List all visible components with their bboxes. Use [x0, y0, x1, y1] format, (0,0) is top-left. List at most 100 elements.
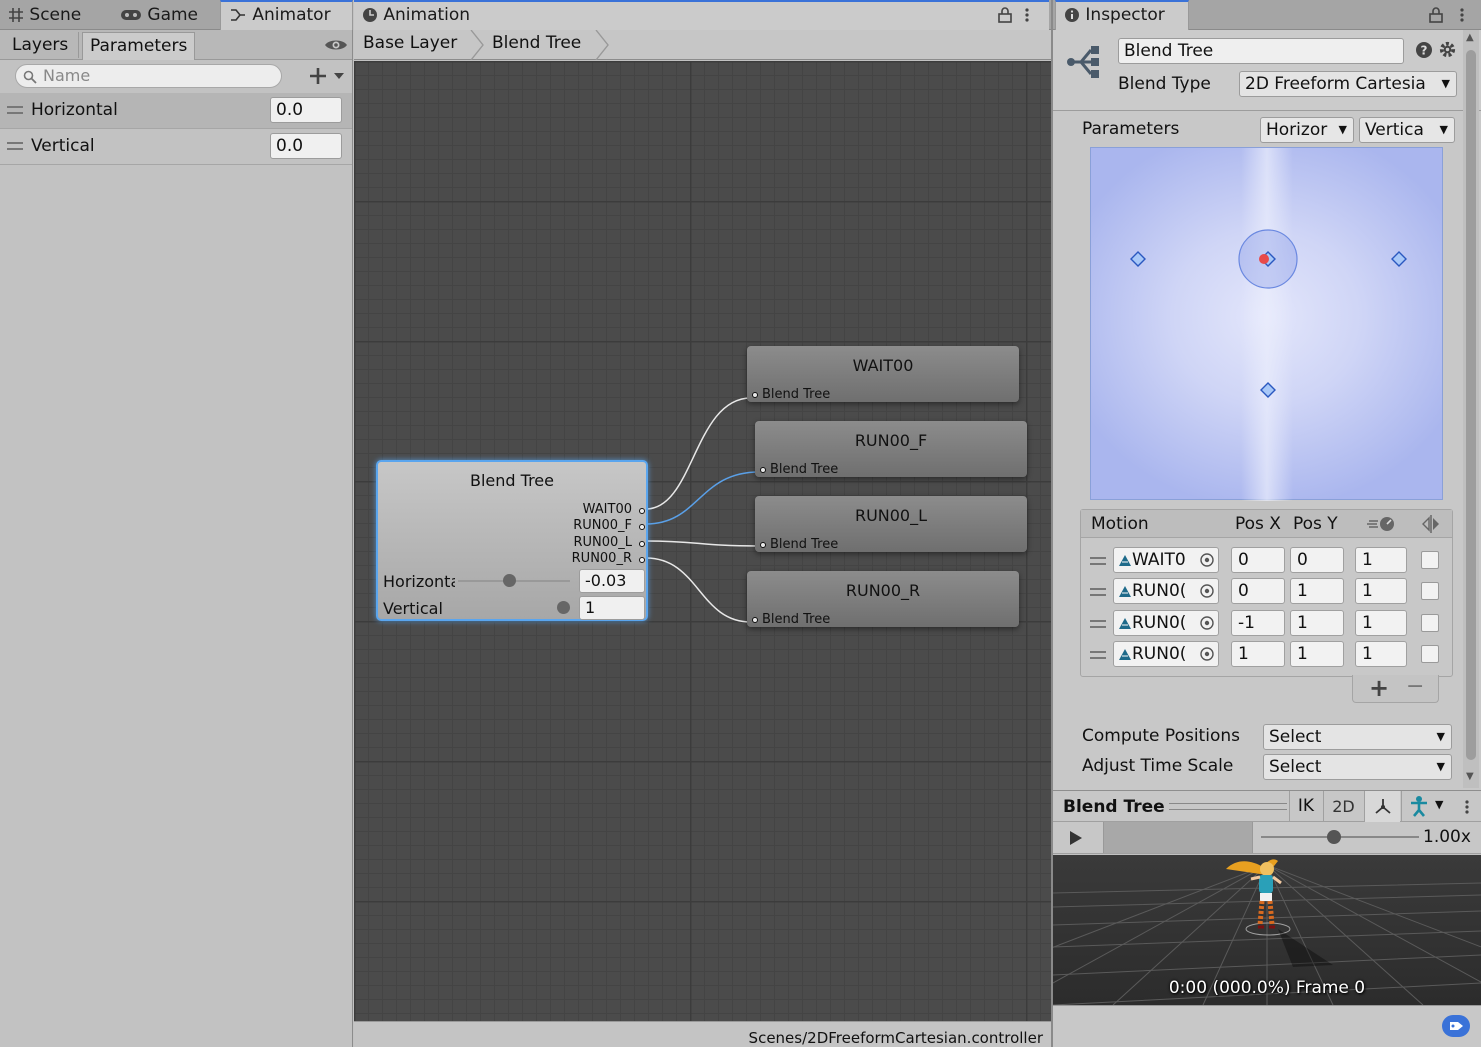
- motion-posy-field[interactable]: 0: [1290, 547, 1344, 573]
- object-name-field[interactable]: Blend Tree: [1118, 38, 1404, 64]
- status-bar: Scenes/2DFreeformCartesian.controller: [354, 1021, 1051, 1047]
- ik-button[interactable]: IK: [1289, 791, 1322, 822]
- motion-node[interactable]: RUN00_L Blend Tree: [755, 496, 1027, 552]
- motion-row[interactable]: RUN0( 1 1 1: [1081, 639, 1452, 670]
- tab-animator[interactable]: Animator: [220, 0, 353, 30]
- graph-canvas[interactable]: Blend Tree WAIT00 RUN00_F RUN00_L RUN00_…: [354, 61, 1051, 1021]
- motion-clip-field[interactable]: RUN0(: [1113, 641, 1219, 667]
- param-row[interactable]: Vertical 0.0: [0, 129, 352, 165]
- kebab-menu-icon[interactable]: [1464, 799, 1470, 815]
- motion-mirror-checkbox[interactable]: [1421, 614, 1439, 632]
- blend-tree-node[interactable]: Blend Tree WAIT00 RUN00_F RUN00_L RUN00_…: [376, 460, 648, 621]
- preview-viewport[interactable]: 0:00 (000.0%) Frame 0: [1053, 855, 1481, 1005]
- input-port[interactable]: [752, 617, 758, 623]
- add-parameter-icon[interactable]: [308, 66, 346, 86]
- kebab-menu-icon[interactable]: [1024, 7, 1030, 23]
- param-value-field[interactable]: 0.0: [270, 97, 342, 123]
- tab-scene[interactable]: Scene: [0, 0, 110, 30]
- vertical-slider-thumb[interactable]: [557, 601, 570, 614]
- drag-handle-icon[interactable]: [1090, 651, 1106, 659]
- motion-row[interactable]: WAIT0 0 0 1: [1081, 545, 1452, 576]
- tab-inspector[interactable]: Inspector: [1055, 0, 1189, 30]
- motion-posx-field[interactable]: 0: [1231, 547, 1285, 573]
- drag-handle-icon[interactable]: [1090, 588, 1106, 596]
- vertical-value-field[interactable]: 1: [579, 596, 645, 620]
- kebab-menu-icon[interactable]: [1459, 7, 1465, 23]
- motion-posy-field[interactable]: 1: [1290, 641, 1344, 667]
- motion-clip-field[interactable]: RUN0(: [1113, 610, 1219, 636]
- speed-slider-track[interactable]: [1261, 830, 1419, 844]
- motion-mirror-checkbox[interactable]: [1421, 582, 1439, 600]
- output-port[interactable]: [639, 557, 645, 563]
- param-value-field[interactable]: 0.0: [270, 133, 342, 159]
- adjust-time-scale-dropdown[interactable]: Select ▼: [1263, 754, 1452, 780]
- preview-drag-handle[interactable]: [1169, 803, 1287, 810]
- drag-handle-icon[interactable]: [1090, 557, 1106, 565]
- motion-posx-field[interactable]: -1: [1231, 610, 1285, 636]
- settings-gear-icon[interactable]: [1438, 40, 1457, 59]
- drag-handle-icon[interactable]: [7, 106, 23, 114]
- lock-icon[interactable]: [1429, 7, 1443, 23]
- subtab-layers[interactable]: Layers: [5, 32, 79, 58]
- avatar-select-button[interactable]: ▼: [1401, 791, 1451, 822]
- pivot-button[interactable]: [1364, 791, 1400, 822]
- motion-row[interactable]: RUN0( 0 1 1: [1081, 576, 1452, 607]
- motion-posx-field[interactable]: 0: [1231, 578, 1285, 604]
- eye-icon[interactable]: [324, 37, 348, 53]
- motion-clip-field[interactable]: WAIT0: [1113, 547, 1219, 573]
- input-port[interactable]: [760, 467, 766, 473]
- breadcrumb-base-layer[interactable]: Base Layer: [363, 33, 457, 53]
- output-port[interactable]: [639, 508, 645, 514]
- motion-mirror-checkbox[interactable]: [1421, 551, 1439, 569]
- blend-type-dropdown[interactable]: 2D Freeform Cartesia ▼: [1239, 71, 1457, 97]
- motion-speed-field[interactable]: 1: [1355, 578, 1407, 604]
- horizontal-value-field[interactable]: -0.03: [579, 569, 645, 593]
- scrollbar-thumb[interactable]: [1466, 50, 1476, 760]
- motion-node[interactable]: WAIT00 Blend Tree: [747, 346, 1019, 402]
- 2d-button[interactable]: 2D: [1323, 791, 1363, 822]
- drag-handle-icon[interactable]: [1090, 620, 1106, 628]
- horizontal-slider-thumb[interactable]: [503, 574, 516, 587]
- motion-speed-field[interactable]: 1: [1355, 547, 1407, 573]
- play-icon[interactable]: [1069, 830, 1083, 846]
- motion-speed-field[interactable]: 1: [1355, 641, 1407, 667]
- breadcrumb-blend-tree[interactable]: Blend Tree: [492, 33, 581, 53]
- scroll-down-icon[interactable]: ▼: [1466, 771, 1474, 782]
- output-port[interactable]: [639, 541, 645, 547]
- drag-handle-icon[interactable]: [7, 142, 23, 150]
- motion-posx-field[interactable]: 1: [1231, 641, 1285, 667]
- subtab-parameters[interactable]: Parameters: [82, 32, 195, 60]
- object-picker-icon[interactable]: [1200, 553, 1214, 567]
- input-port[interactable]: [760, 542, 766, 548]
- scroll-up-icon[interactable]: ▲: [1466, 32, 1474, 43]
- motion-posy-field[interactable]: 1: [1290, 610, 1344, 636]
- lock-icon[interactable]: [998, 7, 1012, 23]
- object-picker-icon[interactable]: [1200, 647, 1214, 661]
- object-picker-icon[interactable]: [1200, 584, 1214, 598]
- compute-positions-dropdown[interactable]: Select ▼: [1263, 724, 1452, 750]
- search-input[interactable]: Name: [15, 64, 282, 88]
- motion-clip-field[interactable]: RUN0(: [1113, 578, 1219, 604]
- help-icon[interactable]: ?: [1415, 41, 1433, 59]
- motion-speed-field[interactable]: 1: [1355, 610, 1407, 636]
- motion-mirror-checkbox[interactable]: [1421, 645, 1439, 663]
- motion-posy-field[interactable]: 1: [1290, 578, 1344, 604]
- param-row[interactable]: Horizontal 0.0: [0, 93, 352, 129]
- param-y-dropdown[interactable]: Vertica ▼: [1359, 117, 1455, 143]
- speed-slider-thumb[interactable]: [1326, 830, 1341, 844]
- tab-animation[interactable]: Animation: [354, 0, 1049, 30]
- add-motion-button[interactable]: +: [1369, 674, 1389, 702]
- blend-space-graph[interactable]: [1090, 147, 1443, 501]
- motion-row[interactable]: RUN0( -1 1 1: [1081, 608, 1452, 639]
- remove-motion-button[interactable]: −: [1406, 674, 1424, 699]
- motion-node[interactable]: RUN00_F Blend Tree: [755, 421, 1027, 477]
- inspector-scrollbar[interactable]: ▲ ▼: [1463, 30, 1479, 788]
- motion-node[interactable]: RUN00_R Blend Tree: [747, 571, 1019, 627]
- object-picker-icon[interactable]: [1200, 616, 1214, 630]
- asset-label-icon[interactable]: [1442, 1015, 1470, 1037]
- tab-game[interactable]: Game: [112, 0, 218, 30]
- input-port[interactable]: [752, 392, 758, 398]
- param-x-dropdown[interactable]: Horizor ▼: [1260, 117, 1354, 143]
- timeline-scrubber[interactable]: [1103, 822, 1253, 853]
- output-port[interactable]: [639, 524, 645, 530]
